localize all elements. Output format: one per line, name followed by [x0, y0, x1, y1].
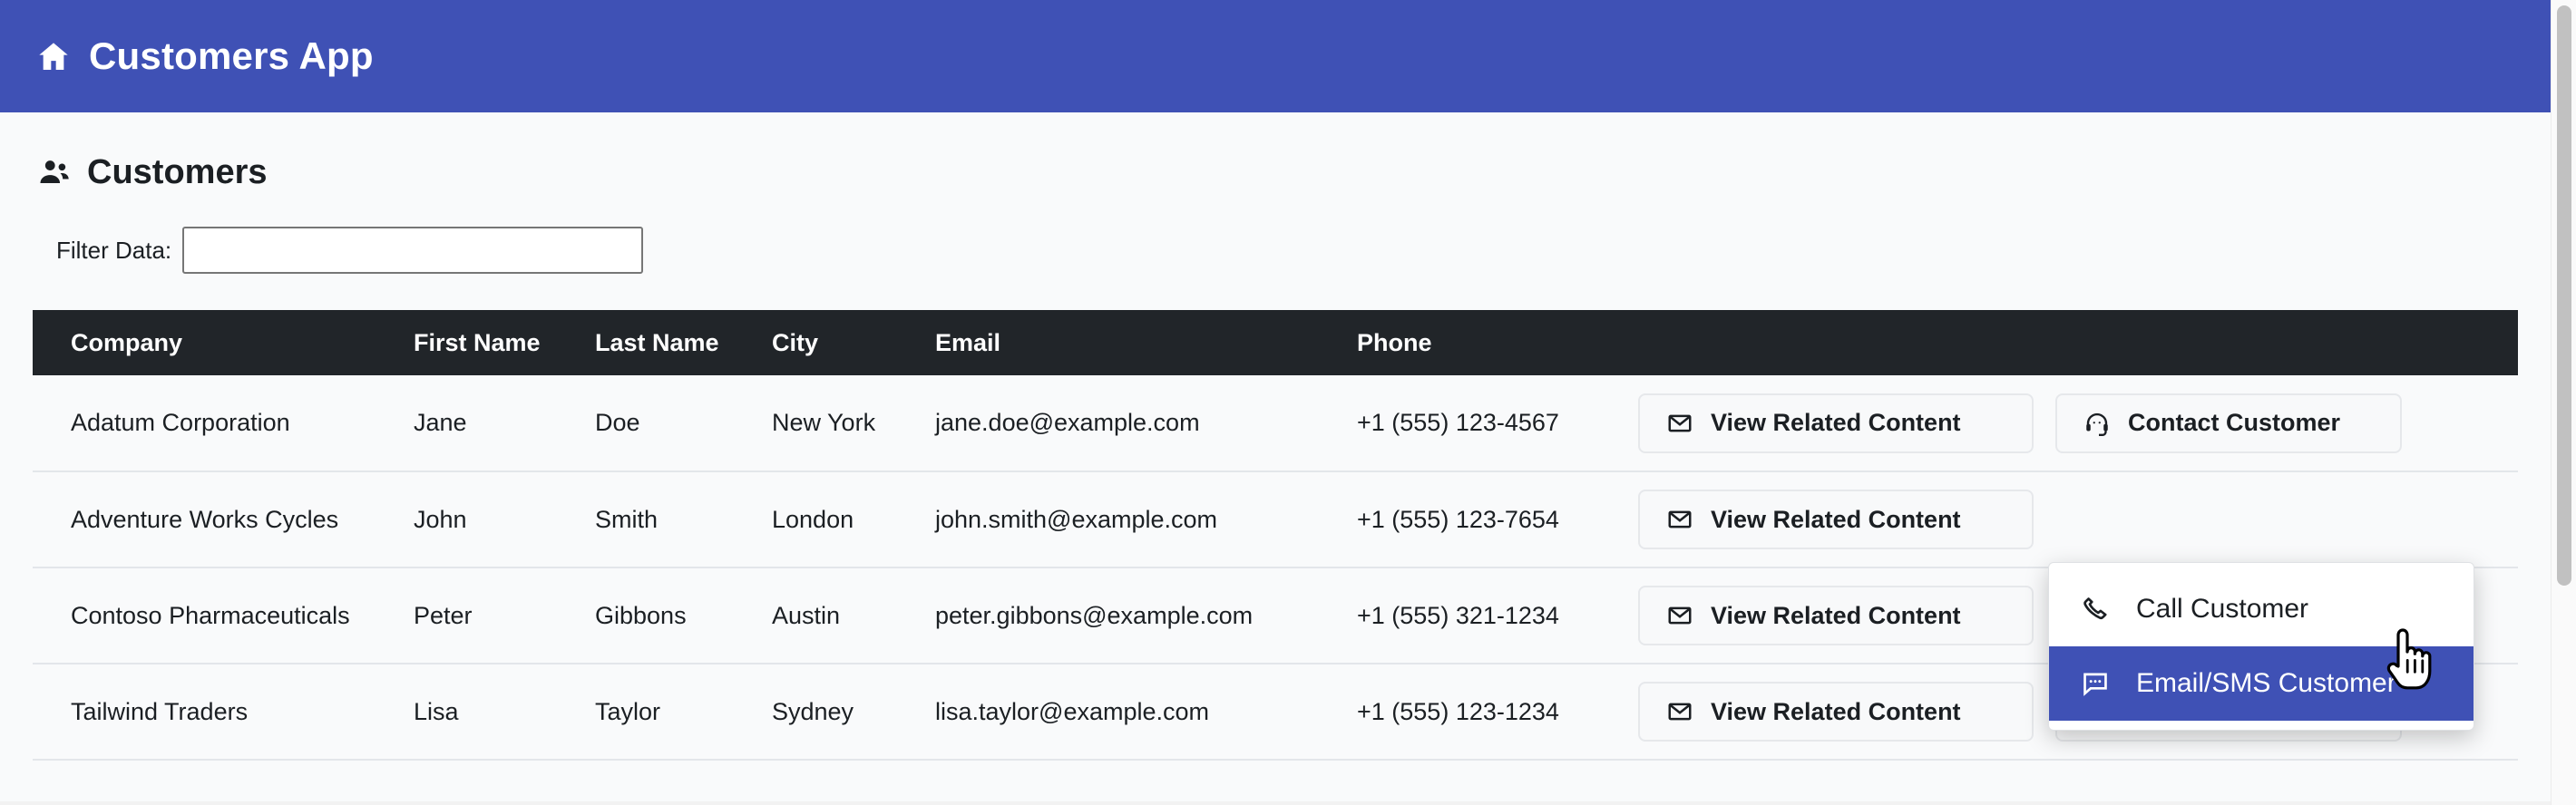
column-header-last-name: Last Name — [595, 310, 772, 375]
column-header-first-name: First Name — [414, 310, 595, 375]
cell-first-name: John — [414, 471, 595, 568]
cell-city: Austin — [772, 567, 935, 664]
envelope-icon — [1665, 409, 1694, 438]
column-header-company: Company — [33, 310, 414, 375]
cell-phone: +1 (555) 321-1234 — [1357, 567, 1638, 664]
cell-email: lisa.taylor@example.com — [935, 664, 1357, 761]
cell-phone: +1 (555) 123-1234 — [1357, 664, 1638, 761]
cell-last-name: Smith — [595, 471, 772, 568]
cell-actions: View Related Content — [1638, 375, 2518, 472]
cell-company: Adatum Corporation — [33, 375, 414, 472]
cell-company: Adventure Works Cycles — [33, 471, 414, 568]
contact-customer-dropdown: Call Customer Email/SMS Customer — [2048, 562, 2474, 731]
cell-email: jane.doe@example.com — [935, 375, 1357, 472]
chat-bubble-icon — [2080, 668, 2111, 699]
cell-last-name: Gibbons — [595, 567, 772, 664]
filter-input[interactable] — [182, 227, 644, 274]
table-header-row: Company First Name Last Name City Email … — [33, 310, 2518, 375]
cell-first-name: Jane — [414, 375, 595, 472]
cell-last-name: Taylor — [595, 664, 772, 761]
cell-phone: +1 (555) 123-7654 — [1357, 471, 1638, 568]
cell-phone: +1 (555) 123-4567 — [1357, 375, 1638, 472]
table-row: Adventure Works Cycles John Smith London… — [33, 471, 2518, 568]
button-label: View Related Content — [1711, 697, 1961, 725]
filter-label: Filter Data: — [56, 237, 172, 264]
app-title: Customers App — [89, 34, 374, 77]
page-title: Customers — [87, 153, 268, 191]
page-heading: Customers — [33, 112, 2518, 190]
dropdown-item-email-sms-customer[interactable]: Email/SMS Customer — [2049, 646, 2474, 721]
table-row: Adatum Corporation Jane Doe New York jan… — [33, 375, 2518, 472]
view-related-content-button[interactable]: View Related Content — [1638, 682, 2034, 742]
cell-last-name: Doe — [595, 375, 772, 472]
view-related-content-button[interactable]: View Related Content — [1638, 490, 2034, 549]
app-header-bar: Customers App — [0, 0, 2551, 112]
headset-icon — [2083, 409, 2112, 438]
contact-customer-button[interactable]: Contact Customer — [2055, 393, 2402, 453]
dropdown-panel: Call Customer Email/SMS Customer — [2048, 562, 2474, 731]
vertical-scrollbar-track[interactable] — [2551, 0, 2576, 805]
cell-first-name: Peter — [414, 567, 595, 664]
button-label: View Related Content — [1711, 601, 1961, 629]
home-icon[interactable] — [34, 37, 73, 75]
content-bottom-edge — [0, 801, 2551, 805]
view-related-content-button[interactable]: View Related Content — [1638, 586, 2034, 645]
dropdown-item-label: Call Customer — [2136, 594, 2309, 624]
cell-email: john.smith@example.com — [935, 471, 1357, 568]
cell-city: London — [772, 471, 935, 568]
page-content: Customers Filter Data: Company First Nam… — [0, 112, 2551, 805]
envelope-icon — [1665, 505, 1694, 534]
button-label: View Related Content — [1711, 505, 1961, 533]
cell-city: New York — [772, 375, 935, 472]
cell-company: Contoso Pharmaceuticals — [33, 567, 414, 664]
people-icon — [36, 154, 73, 190]
button-label: View Related Content — [1711, 409, 1961, 436]
vertical-scrollbar-thumb[interactable] — [2557, 5, 2571, 586]
table-header: Company First Name Last Name City Email … — [33, 310, 2518, 375]
view-related-content-button[interactable]: View Related Content — [1638, 393, 2034, 453]
button-label: Contact Customer — [2128, 409, 2341, 436]
column-header-city: City — [772, 310, 935, 375]
cell-email: peter.gibbons@example.com — [935, 567, 1357, 664]
filter-row: Filter Data: — [33, 227, 2518, 274]
dropdown-item-label: Email/SMS Customer — [2136, 668, 2396, 698]
envelope-icon — [1665, 601, 1694, 630]
cell-company: Tailwind Traders — [33, 664, 414, 761]
column-header-email: Email — [935, 310, 1357, 375]
app-window: Customers App Customers Filter Data: Com… — [0, 0, 2576, 805]
envelope-icon — [1665, 697, 1694, 726]
column-header-actions — [1638, 310, 2518, 375]
cell-actions: View Related Content — [1638, 471, 2518, 568]
phone-icon — [2080, 594, 2111, 625]
dropdown-item-call-customer[interactable]: Call Customer — [2049, 572, 2474, 646]
column-header-phone: Phone — [1357, 310, 1638, 375]
cell-first-name: Lisa — [414, 664, 595, 761]
cell-city: Sydney — [772, 664, 935, 761]
